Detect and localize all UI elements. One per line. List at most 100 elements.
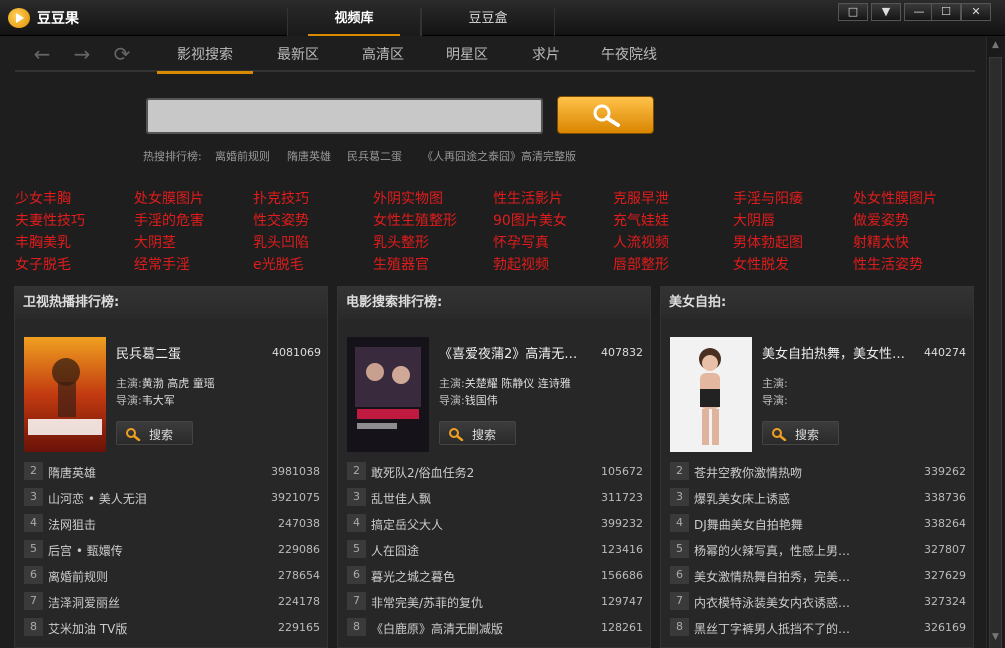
menu-button[interactable]: ▼ xyxy=(871,3,901,21)
featured-cast: 主演:关楚耀 陈静仪 连诗雅 xyxy=(439,375,571,391)
tab-doudou-box[interactable]: 豆豆盒 xyxy=(421,8,555,36)
hot-search-item[interactable]: 《人再囧途之泰囧》高清完整版 xyxy=(422,148,576,164)
keyword-tag[interactable]: 手淫与阳痿 xyxy=(733,188,803,208)
rank-number: 5 xyxy=(347,540,366,558)
scroll-up-icon[interactable]: ▲ xyxy=(987,37,1004,54)
list-item[interactable]: 8 艾米加油 TV版 229165 xyxy=(24,616,320,638)
keyword-tag[interactable]: 女性脱发 xyxy=(733,254,789,274)
list-item[interactable]: 2 隋唐英雄 3981038 xyxy=(24,460,320,482)
keyword-tag[interactable]: 唇部整形 xyxy=(613,254,669,274)
keyword-tag[interactable]: 勃起视频 xyxy=(493,254,549,274)
search-icon xyxy=(126,428,141,441)
list-item[interactable]: 7 洁泽洞爱丽丝 224178 xyxy=(24,590,320,612)
keyword-tag[interactable]: 射精太快 xyxy=(853,232,909,252)
back-arrow-icon[interactable]: ← xyxy=(31,43,53,65)
keyword-tag[interactable]: 手淫的危害 xyxy=(134,210,204,230)
poster-image[interactable] xyxy=(24,337,106,452)
keyword-tag[interactable]: 性生活影片 xyxy=(493,188,563,208)
featured-title[interactable]: 美女自拍热舞，美女性… xyxy=(762,343,905,362)
keyword-tag[interactable]: 外阴实物图 xyxy=(373,188,443,208)
list-item[interactable]: 2 苍井空教你激情热吻 339262 xyxy=(670,460,966,482)
rank-title: 美女激情热舞自拍秀，完美… xyxy=(694,570,851,584)
hot-search-item[interactable]: 隋唐英雄 xyxy=(287,148,331,164)
featured-search-button[interactable]: 搜索 xyxy=(116,421,193,445)
forward-arrow-icon[interactable]: → xyxy=(71,43,93,65)
featured-search-button[interactable]: 搜索 xyxy=(439,421,516,445)
skin-button[interactable]: □ xyxy=(838,3,868,21)
scrollbar-thumb[interactable] xyxy=(989,57,1002,648)
keyword-tag[interactable]: 生殖器官 xyxy=(373,254,429,274)
search-input[interactable] xyxy=(146,98,543,134)
vertical-scrollbar[interactable]: ▲ ▼ xyxy=(986,37,1004,648)
keyword-tag[interactable]: 丰胸美乳 xyxy=(15,232,71,252)
list-item[interactable]: 4 DJ舞曲美女自拍艳舞 338264 xyxy=(670,512,966,534)
featured-cast: 主演: xyxy=(762,375,788,391)
keyword-tag[interactable]: 男体勃起图 xyxy=(733,232,803,252)
nav-tab-stars[interactable]: 明星区 xyxy=(446,44,488,70)
keyword-tag[interactable]: 充气娃娃 xyxy=(613,210,669,230)
close-button[interactable]: ✕ xyxy=(961,3,991,21)
search-button[interactable] xyxy=(557,96,654,134)
keyword-tag[interactable]: 处女性膜图片 xyxy=(853,188,937,208)
list-item[interactable]: 8 黑丝丁字裤男人抵挡不了的… 326169 xyxy=(670,616,966,638)
keyword-tag[interactable]: 人流视频 xyxy=(613,232,669,252)
keyword-tag[interactable]: 性生活姿势 xyxy=(853,254,923,274)
tab-video-library[interactable]: 视频库 xyxy=(287,8,421,36)
keyword-tag[interactable]: 扑克技巧 xyxy=(253,188,309,208)
list-item[interactable]: 6 离婚前规则 278654 xyxy=(24,564,320,586)
minimize-button[interactable]: — xyxy=(904,3,934,21)
list-item[interactable]: 5 后宫 • 甄嬛传 229086 xyxy=(24,538,320,560)
featured-search-button[interactable]: 搜索 xyxy=(762,421,839,445)
keyword-tag[interactable]: 处女膜图片 xyxy=(134,188,204,208)
scroll-down-icon[interactable]: ▼ xyxy=(987,629,1004,646)
rank-count: 229165 xyxy=(278,621,320,634)
list-item[interactable]: 4 搞定岳父大人 399232 xyxy=(347,512,643,534)
keyword-tag[interactable]: 经常手淫 xyxy=(134,254,190,274)
poster-image[interactable] xyxy=(347,337,429,452)
list-item[interactable]: 7 内衣模特泳装美女内衣诱惑… 327324 xyxy=(670,590,966,612)
list-item[interactable]: 8 《白鹿原》高清无删减版 128261 xyxy=(347,616,643,638)
keyword-tag[interactable]: 大阴唇 xyxy=(733,210,775,230)
nav-tab-hd[interactable]: 高清区 xyxy=(362,44,404,70)
list-item[interactable]: 6 美女激情热舞自拍秀，完美… 327629 xyxy=(670,564,966,586)
keyword-tag[interactable]: 怀孕写真 xyxy=(493,232,549,252)
rank-title: 杨幂的火辣写真，性感上男… xyxy=(694,544,851,558)
list-item[interactable]: 6 暮光之城之暮色 156686 xyxy=(347,564,643,586)
list-item[interactable]: 5 杨幂的火辣写真，性感上男… 327807 xyxy=(670,538,966,560)
rank-title: 搞定岳父大人 xyxy=(371,518,444,532)
list-item[interactable]: 7 非常完美/苏菲的复仇 129747 xyxy=(347,590,643,612)
nav-tab-search[interactable]: 影视搜索 xyxy=(157,44,253,74)
keyword-tag[interactable]: 女子脱毛 xyxy=(15,254,71,274)
keyword-tag[interactable]: 大阴茎 xyxy=(134,232,176,252)
list-item[interactable]: 5 人在囧途 123416 xyxy=(347,538,643,560)
featured-title[interactable]: 《喜爱夜蒲2》高清无… xyxy=(439,343,577,362)
hot-search-item[interactable]: 民兵葛二蛋 xyxy=(347,148,402,164)
keyword-tag[interactable]: 少女丰胸 xyxy=(15,188,71,208)
keyword-tag[interactable]: 90图片美女 xyxy=(493,210,567,230)
keyword-tag[interactable]: e光脱毛 xyxy=(253,254,304,274)
rank-number: 4 xyxy=(670,514,689,532)
rank-count: 311723 xyxy=(601,491,643,504)
list-item[interactable]: 2 敢死队2/俗血任务2 105672 xyxy=(347,460,643,482)
featured-title[interactable]: 民兵葛二蛋 xyxy=(116,343,181,362)
keyword-tag[interactable]: 乳头凹陷 xyxy=(253,232,309,252)
poster-image[interactable] xyxy=(670,337,752,452)
rank-number: 3 xyxy=(347,488,366,506)
nav-tab-midnight[interactable]: 午夜院线 xyxy=(601,44,657,70)
list-item[interactable]: 3 爆乳美女床上诱惑 338736 xyxy=(670,486,966,508)
list-item[interactable]: 3 山河恋 • 美人无泪 3921075 xyxy=(24,486,320,508)
list-item[interactable]: 4 法网狙击 247038 xyxy=(24,512,320,534)
nav-tab-request[interactable]: 求片 xyxy=(532,44,560,70)
hot-search-item[interactable]: 离婚前规则 xyxy=(215,148,270,164)
keyword-tag[interactable]: 女性生殖整形 xyxy=(373,210,457,230)
rank-title: 隋唐英雄 xyxy=(48,466,97,480)
keyword-tag[interactable]: 性交姿势 xyxy=(253,210,309,230)
maximize-button[interactable]: ☐ xyxy=(931,3,961,21)
refresh-icon[interactable]: ⟳ xyxy=(111,43,133,65)
list-item[interactable]: 3 乱世佳人飘 311723 xyxy=(347,486,643,508)
keyword-tag[interactable]: 做爱姿势 xyxy=(853,210,909,230)
keyword-tag[interactable]: 乳头整形 xyxy=(373,232,429,252)
keyword-tag[interactable]: 克服早泄 xyxy=(613,188,669,208)
nav-tab-latest[interactable]: 最新区 xyxy=(277,44,319,70)
keyword-tag[interactable]: 夫妻性技巧 xyxy=(15,210,85,230)
